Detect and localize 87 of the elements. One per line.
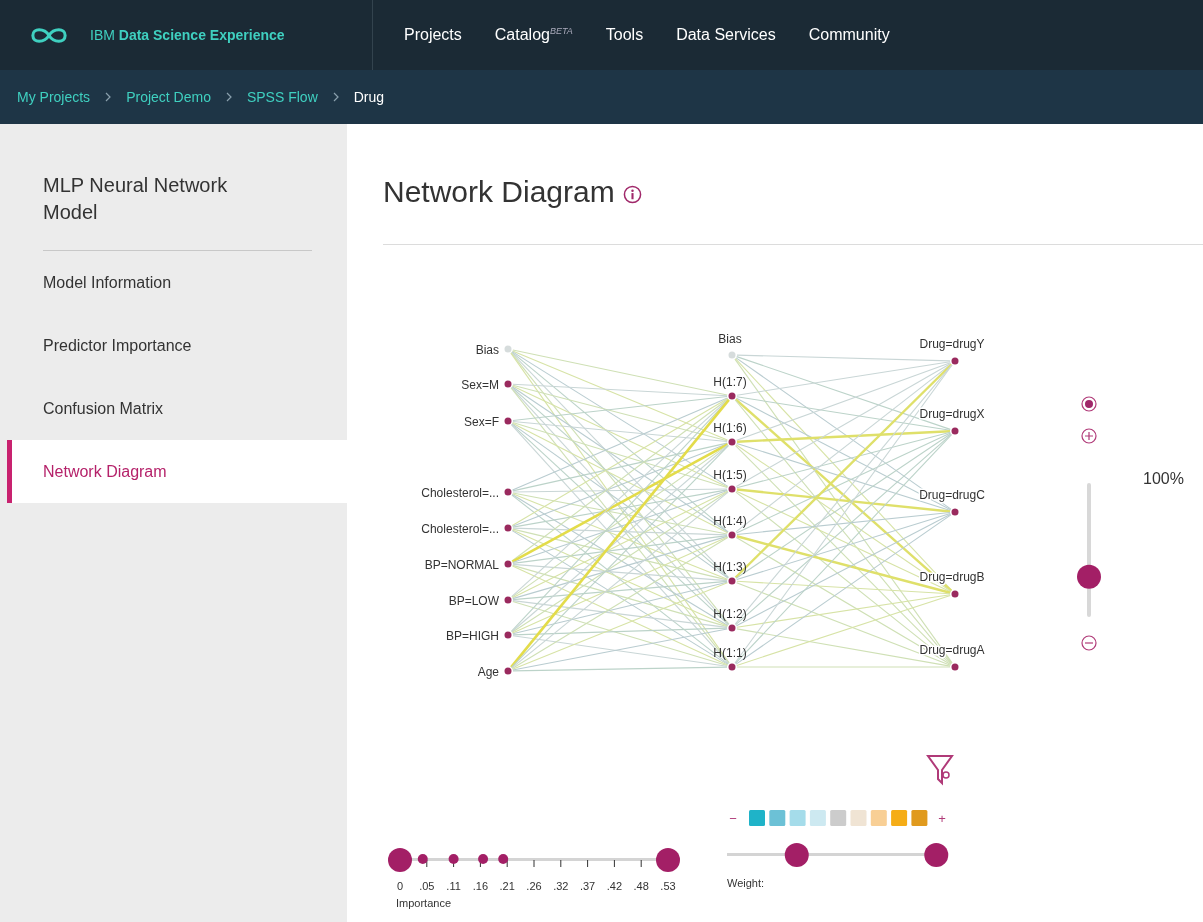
sidebar-item[interactable]: Confusion Matrix xyxy=(0,377,347,440)
nav-link[interactable]: Catalog$^{BETA}$ xyxy=(494,25,573,45)
tick-label: .11 xyxy=(446,880,461,892)
weight-label: Weight: xyxy=(727,877,765,889)
tick-label: 0 xyxy=(396,880,404,892)
node-dot[interactable] xyxy=(504,380,512,388)
node-label: H(1:4) xyxy=(713,514,747,528)
tick-label: .21 xyxy=(499,880,515,892)
node-label: H(1:1) xyxy=(713,646,747,660)
tick-label: .32 xyxy=(553,880,569,892)
node-dot[interactable] xyxy=(951,590,959,598)
zoom-out-icon[interactable] xyxy=(1081,635,1097,651)
breadcrumb-link[interactable]: Drug xyxy=(353,89,385,105)
tick-label: .53 xyxy=(660,880,676,892)
nav-link[interactable]: Tools xyxy=(605,25,644,45)
node-label: BP=LOW xyxy=(448,593,499,608)
node-label: H(1:5) xyxy=(713,468,747,482)
sidebar-item[interactable]: Network Diagram xyxy=(7,440,347,503)
node-label: Sex=M xyxy=(461,377,499,392)
node-label: Drug=drugX xyxy=(919,407,985,421)
chevron-icon xyxy=(332,92,339,102)
sidebar-item[interactable]: Predictor Importance xyxy=(0,314,347,377)
node-dot[interactable] xyxy=(728,438,736,446)
node-label: BP=NORMAL xyxy=(424,557,499,572)
node-label: Drug=drugC xyxy=(919,488,985,502)
sidebar-title: MLP Neural Network Model xyxy=(42,173,229,225)
tick-label: .37 xyxy=(579,880,596,892)
nav-link[interactable]: Data Services xyxy=(676,25,776,45)
node-label: Cholesterol=... xyxy=(421,521,499,536)
chevron-icon xyxy=(105,92,112,102)
zoom-in-icon[interactable] xyxy=(1081,428,1097,444)
node-dot[interactable] xyxy=(728,351,736,359)
node-label: H(1:7) xyxy=(713,375,747,389)
node-label: BP=HIGH xyxy=(446,628,499,643)
tick-label: .42 xyxy=(606,880,623,892)
node-label: Bias xyxy=(718,332,742,346)
zoom-slider[interactable] xyxy=(1077,483,1101,617)
node-dot[interactable] xyxy=(951,508,959,516)
node-label: H(1:2) xyxy=(713,607,747,621)
node-dot[interactable] xyxy=(504,596,512,604)
plus-sign: + xyxy=(938,811,946,826)
node-dot[interactable] xyxy=(728,624,736,632)
node-dot[interactable] xyxy=(504,417,512,425)
sidebar-item[interactable]: Model Information xyxy=(0,251,347,314)
importance-slider[interactable] xyxy=(388,848,680,872)
chevron-icon xyxy=(225,92,232,102)
node-label: H(1:3) xyxy=(713,560,747,574)
node-dot[interactable] xyxy=(728,577,736,585)
minus-sign: − xyxy=(729,811,737,826)
node-dot[interactable] xyxy=(951,357,959,365)
fit-view-icon[interactable] xyxy=(1081,396,1097,412)
node-label: Sex=F xyxy=(464,414,499,429)
node-label: Cholesterol=... xyxy=(421,485,499,500)
node-label: Drug=drugA xyxy=(919,643,985,657)
info-icon[interactable] xyxy=(622,184,642,204)
node-dot[interactable] xyxy=(951,663,959,671)
node-dot[interactable] xyxy=(728,531,736,539)
node-label: Drug=drugY xyxy=(919,337,985,351)
tick-label: .48 xyxy=(633,880,649,892)
nav-link[interactable]: Community xyxy=(808,25,890,45)
nav-link[interactable]: Projects xyxy=(404,25,462,45)
logo-icon xyxy=(30,25,68,45)
zoom-level-text: 100% xyxy=(1143,470,1184,487)
node-dot[interactable] xyxy=(504,345,512,353)
node-label: Age xyxy=(477,664,499,679)
node-dot[interactable] xyxy=(504,631,512,639)
tick-label: .05 xyxy=(419,880,435,892)
breadcrumb-link[interactable]: SPSS Flow xyxy=(246,89,318,105)
node-dot[interactable] xyxy=(728,663,736,671)
node-dot[interactable] xyxy=(504,667,512,675)
node-dot[interactable] xyxy=(504,488,512,496)
node-dot[interactable] xyxy=(728,392,736,400)
node-dot[interactable] xyxy=(951,427,959,435)
node-label: H(1:6) xyxy=(713,421,747,435)
tick-label: .26 xyxy=(526,880,542,892)
filter-icon[interactable] xyxy=(926,755,954,786)
weight-slider[interactable] xyxy=(727,843,949,867)
brand-name[interactable]: IBM Data Science Experience xyxy=(90,27,285,43)
page-heading: Network Diagram xyxy=(383,175,615,209)
node-label: Bias xyxy=(475,342,499,357)
importance-label: Importance xyxy=(396,897,452,909)
node-dot[interactable] xyxy=(728,485,736,493)
node-dot[interactable] xyxy=(504,524,512,532)
tick-label: .16 xyxy=(472,880,489,892)
breadcrumb-link[interactable]: My Projects xyxy=(17,89,91,105)
breadcrumb-link[interactable]: Project Demo xyxy=(126,89,211,105)
node-dot[interactable] xyxy=(504,560,512,568)
